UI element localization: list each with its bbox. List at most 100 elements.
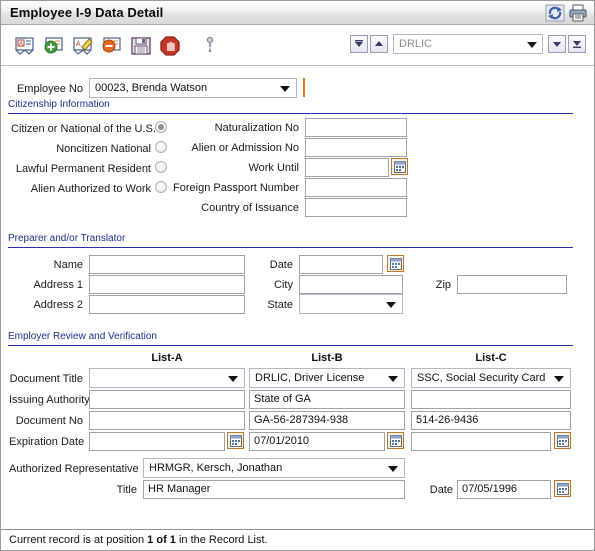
- expiration-date-list-c-input[interactable]: [411, 432, 551, 451]
- preparer-zip-input[interactable]: [457, 275, 567, 294]
- preparer-state-combo[interactable]: [299, 294, 403, 314]
- work-until-label: Work Until: [248, 162, 299, 174]
- employer-section-title: Employer Review and Verification: [8, 331, 157, 342]
- chevron-down-icon: [527, 42, 537, 48]
- expiration-date-list-a-input[interactable]: [89, 432, 225, 451]
- first-record-button[interactable]: [350, 35, 368, 53]
- employer-date-label: Date: [429, 484, 453, 496]
- document-title-list-c-value: SSC, Social Security Card: [417, 372, 546, 384]
- preparer-name-label: Name: [53, 259, 83, 271]
- titlebar-icon-group: [545, 3, 588, 23]
- document-no-list-b-input[interactable]: GA-56-287394-938: [249, 411, 405, 430]
- document-no-list-c-input[interactable]: 514-26-9436: [411, 411, 571, 430]
- status-position: 1 of 1: [147, 534, 176, 546]
- preparer-date-calendar-button[interactable]: [387, 255, 404, 272]
- expiration-date-list-c-calendar-button[interactable]: [554, 432, 571, 449]
- preparer-date-input[interactable]: [299, 255, 383, 274]
- print-icon[interactable]: [568, 3, 588, 23]
- employee-no-combo[interactable]: 00023, Brenda Watson: [89, 78, 297, 98]
- svg-text:A: A: [76, 41, 81, 48]
- document-title-label: Document Title: [9, 373, 83, 385]
- alien-admission-no-input[interactable]: [305, 138, 407, 157]
- window-titlebar: Employee I-9 Data Detail: [1, 1, 594, 25]
- preparer-address2-label: Address 2: [33, 299, 83, 311]
- next-record-button[interactable]: [548, 35, 566, 53]
- noncitizen-national-label: Noncitizen National: [56, 143, 151, 155]
- page-title: Employee I-9 Data Detail: [10, 5, 164, 20]
- list-c-column-header: List-C: [475, 352, 507, 364]
- previous-record-button[interactable]: [370, 35, 388, 53]
- preparer-city-input[interactable]: [299, 275, 403, 294]
- employer-date-input[interactable]: 07/05/1996: [457, 480, 551, 499]
- preparer-city-label: City: [274, 279, 293, 291]
- document-title-list-b-combo[interactable]: DRLIC, Driver License: [249, 368, 405, 388]
- expiration-date-list-b-calendar-button[interactable]: [387, 432, 404, 449]
- add-record-button[interactable]: [40, 32, 67, 59]
- preparer-zip-label: Zip: [435, 279, 451, 291]
- last-record-button[interactable]: [568, 35, 586, 53]
- work-until-calendar-button[interactable]: [391, 158, 408, 175]
- status-prefix: Current record is at position: [9, 534, 148, 546]
- delete-record-button[interactable]: [98, 32, 125, 59]
- citizenship-section-header: Citizenship Information: [8, 99, 573, 114]
- expiration-date-list-b-input[interactable]: 07/01/2010: [249, 432, 385, 451]
- lawful-permanent-resident-radio[interactable]: [155, 161, 167, 173]
- naturalization-no-label: Naturalization No: [214, 122, 299, 134]
- chevron-down-icon: [388, 466, 398, 472]
- status-suffix: in the Record List.: [175, 534, 268, 546]
- preparer-address1-input[interactable]: [89, 275, 245, 294]
- issuing-authority-list-c-input[interactable]: [411, 390, 571, 409]
- toolbar-button-group: A A: [11, 32, 183, 59]
- section-divider: [8, 113, 573, 114]
- noncitizen-national-radio[interactable]: [155, 141, 167, 153]
- record-position-status: Current record is at position 1 of 1 in …: [9, 534, 268, 546]
- preparer-address1-label: Address 1: [33, 279, 83, 291]
- quick-search-value: DRLIC: [399, 38, 433, 50]
- employer-section-header: Employer Review and Verification: [8, 331, 573, 346]
- chevron-down-icon: [554, 376, 564, 382]
- quick-search-combo[interactable]: DRLIC: [393, 34, 543, 54]
- authorized-representative-label: Authorized Representative: [9, 463, 139, 475]
- issuing-authority-label: Issuing Authority: [9, 394, 90, 406]
- employee-no-label: Employee No: [16, 83, 83, 95]
- alien-admission-no-label: Alien or Admission No: [191, 142, 299, 154]
- expiration-date-list-a-calendar-button[interactable]: [227, 432, 244, 449]
- attach-pin-button[interactable]: [201, 36, 219, 54]
- edit-record-button[interactable]: A: [69, 32, 96, 59]
- preparer-address2-input[interactable]: [89, 295, 245, 314]
- form-content: Employee No 00023, Brenda Watson Citizen…: [1, 67, 594, 522]
- issuing-authority-list-b-input[interactable]: State of GA: [249, 390, 405, 409]
- chevron-down-icon: [228, 376, 238, 382]
- alien-authorized-radio[interactable]: [155, 181, 167, 193]
- section-divider: [8, 345, 573, 346]
- preparer-section-header: Preparer and/or Translator: [8, 233, 573, 248]
- list-a-column-header: List-A: [151, 352, 183, 364]
- alien-authorized-label: Alien Authorized to Work: [30, 183, 151, 195]
- document-title-list-c-combo[interactable]: SSC, Social Security Card: [411, 368, 571, 388]
- employer-date-calendar-button[interactable]: [554, 480, 571, 497]
- stop-button[interactable]: [156, 32, 183, 59]
- chevron-down-icon: [386, 302, 396, 308]
- naturalization-no-input[interactable]: [305, 118, 407, 137]
- svg-text:A: A: [19, 41, 23, 47]
- view-record-button[interactable]: A: [11, 32, 38, 59]
- status-bar: Current record is at position 1 of 1 in …: [1, 529, 594, 550]
- issuing-authority-list-a-input[interactable]: [89, 390, 245, 409]
- citizen-us-radio[interactable]: [155, 121, 167, 133]
- employer-title-input[interactable]: HR Manager: [143, 480, 405, 499]
- country-of-issuance-input[interactable]: [305, 198, 407, 217]
- employee-i9-window: Employee I-9 Data Detail A A DRLIC Emplo…: [0, 0, 595, 551]
- refresh-sync-icon[interactable]: [545, 3, 565, 23]
- document-no-list-a-input[interactable]: [89, 411, 245, 430]
- employer-title-label: Title: [116, 484, 137, 496]
- document-title-list-b-value: DRLIC, Driver License: [255, 372, 365, 384]
- text-caret: [303, 78, 305, 97]
- main-toolbar: A A DRLIC: [1, 26, 594, 66]
- save-button[interactable]: [127, 32, 154, 59]
- work-until-input[interactable]: [305, 158, 389, 177]
- foreign-passport-number-input[interactable]: [305, 178, 407, 197]
- authorized-representative-combo[interactable]: HRMGR, Kersch, Jonathan: [143, 458, 405, 478]
- document-title-list-a-combo[interactable]: [89, 368, 245, 388]
- list-b-column-header: List-B: [311, 352, 343, 364]
- preparer-name-input[interactable]: [89, 255, 245, 274]
